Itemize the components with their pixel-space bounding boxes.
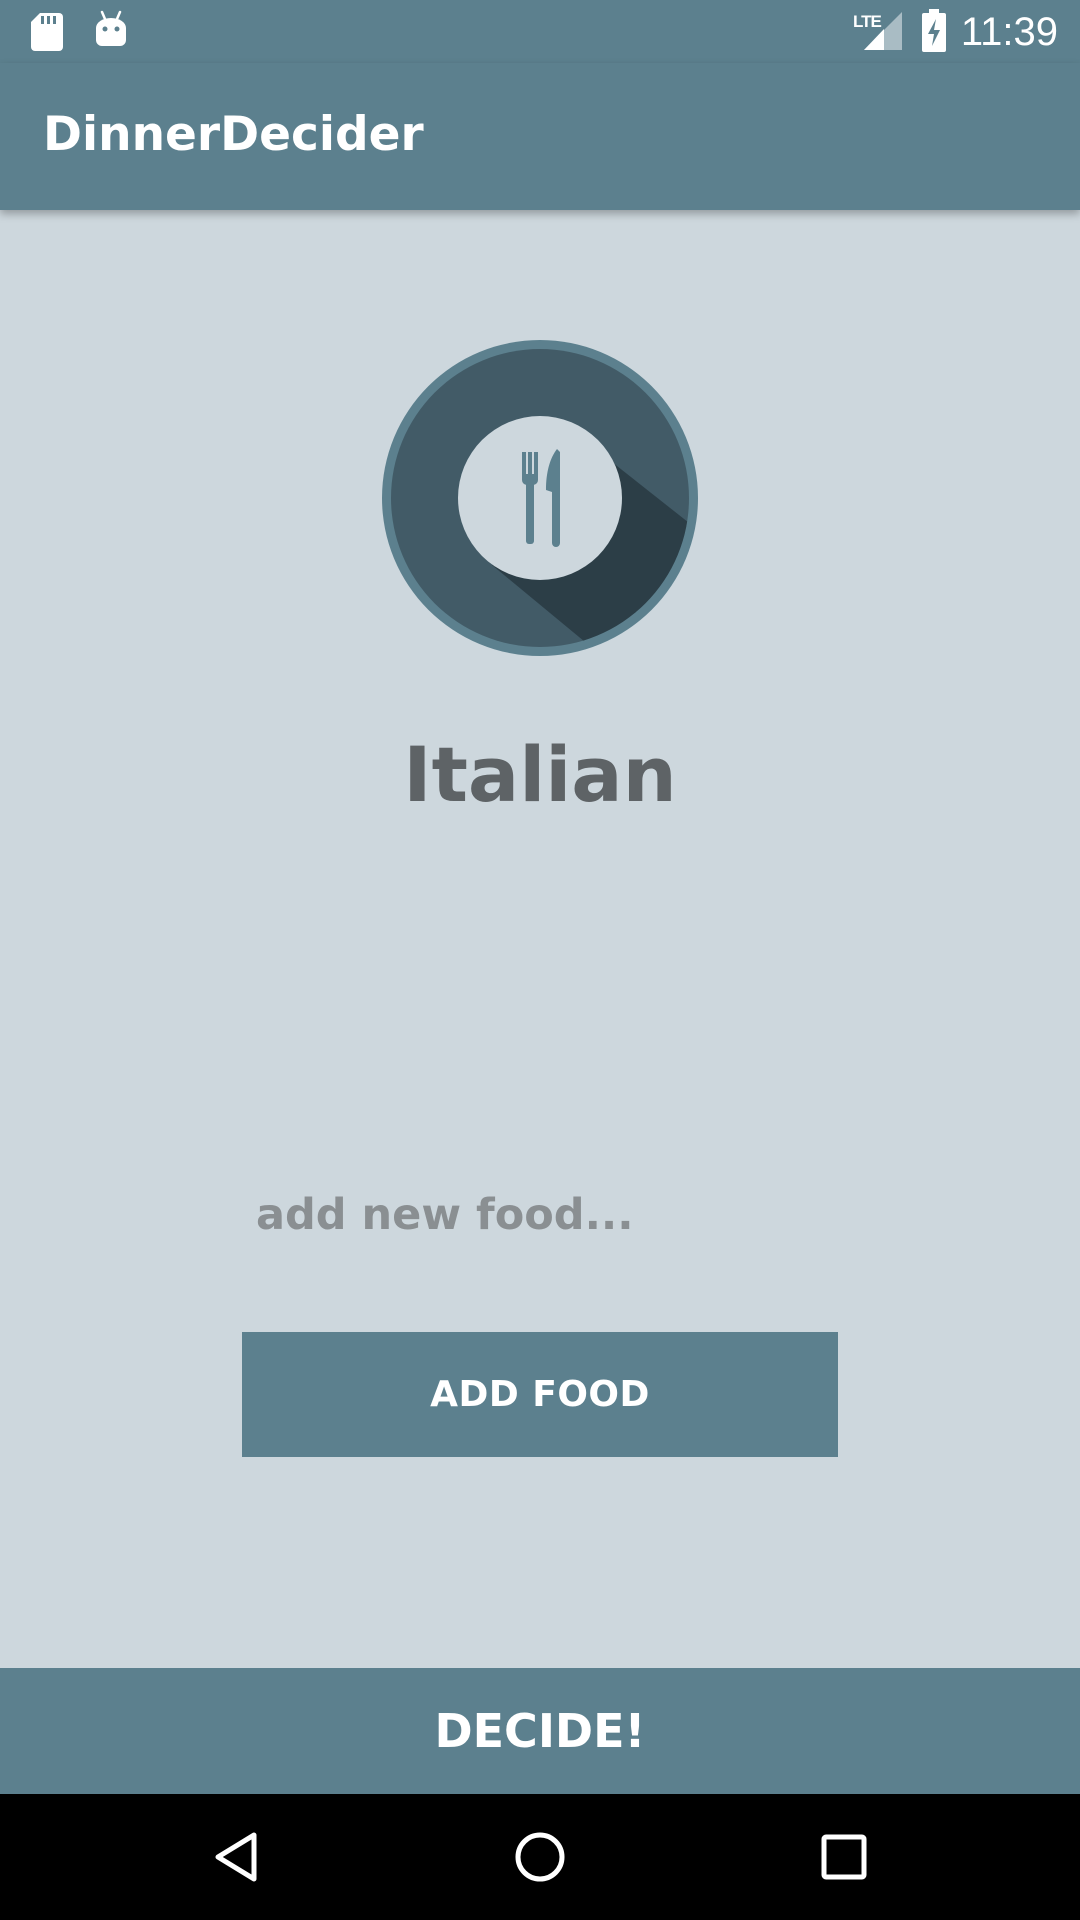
plate-fork-knife-icon [382,340,698,656]
new-food-input[interactable] [242,1165,842,1265]
navigation-bar [0,1794,1080,1920]
back-button[interactable] [136,1794,336,1920]
lte-signal-icon [864,12,902,50]
recents-icon [821,1834,867,1880]
main-content: Italian ADD FOOD [0,210,1080,1668]
app-title: DinnerDecider [43,107,424,162]
add-food-button[interactable]: ADD FOOD [242,1332,838,1457]
status-time: 11:39 [960,10,1058,54]
sd-card-icon [31,13,63,51]
selected-food-name: Italian [403,730,677,819]
app-bar: DinnerDecider [0,63,1080,210]
battery-charging-icon [922,9,946,52]
decide-button[interactable]: DECIDE! [0,1668,1080,1794]
home-button[interactable] [440,1794,640,1920]
home-icon [515,1832,565,1882]
status-bar: LTE 11:39 [0,0,1080,63]
android-icon [96,10,126,46]
back-icon [215,1832,257,1882]
recents-button[interactable] [744,1794,944,1920]
